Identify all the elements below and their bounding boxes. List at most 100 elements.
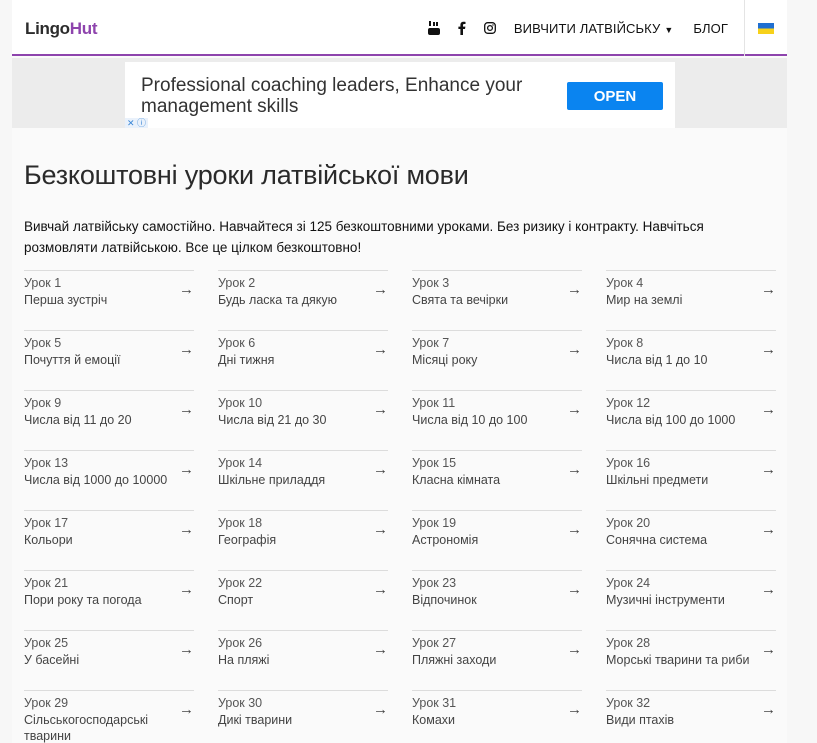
lesson-item[interactable]: Урок 30 Дикі тварини →: [218, 690, 388, 738]
lesson-number: Урок 32: [606, 696, 651, 710]
lesson-item[interactable]: Урок 25 У басейні →: [24, 630, 194, 678]
lesson-title: Сільськогосподарські тварини: [24, 713, 149, 743]
lesson-item[interactable]: Урок 31 Комахи →: [412, 690, 582, 738]
lesson-number: Урок 18: [218, 516, 263, 530]
lesson-item[interactable]: Урок 6 Дні тижня →: [218, 330, 388, 378]
lesson-title: Кольори: [24, 533, 73, 547]
arrow-right-icon: →: [761, 341, 776, 358]
lesson-item[interactable]: Урок 19 Астрономія →: [412, 510, 582, 558]
lesson-item[interactable]: Урок 15 Класна кімната →: [412, 450, 582, 498]
arrow-right-icon: →: [761, 581, 776, 598]
lesson-item[interactable]: Урок 4 Мир на землі →: [606, 270, 776, 318]
lesson-title: Дикі тварини: [218, 713, 293, 727]
logo-text-lingo: Lingo: [25, 19, 70, 38]
lesson-title: Види птахів: [606, 713, 675, 727]
blog-link[interactable]: БЛОГ: [683, 21, 738, 36]
lesson-number: Урок 5: [24, 336, 62, 350]
lesson-number: Урок 26: [218, 636, 263, 650]
lesson-item[interactable]: Урок 16 Шкільні предмети →: [606, 450, 776, 498]
lesson-item[interactable]: Урок 20 Сонячна система →: [606, 510, 776, 558]
lesson-item[interactable]: Урок 26 На пляжі →: [218, 630, 388, 678]
arrow-right-icon: →: [567, 341, 582, 358]
arrow-right-icon: →: [373, 281, 388, 298]
lesson-title: Музичні інструменти: [606, 593, 725, 607]
arrow-right-icon: →: [761, 281, 776, 298]
lesson-item[interactable]: Урок 27 Пляжні заходи →: [412, 630, 582, 678]
lesson-number: Урок 10: [218, 396, 263, 410]
lesson-title: Морські тварини та риби: [606, 653, 750, 667]
arrow-right-icon: →: [567, 521, 582, 538]
lesson-item[interactable]: Урок 21 Пори року та погода →: [24, 570, 194, 618]
lesson-item[interactable]: Урок 13 Числа від 1000 до 10000 →: [24, 450, 194, 498]
lesson-number: Урок 27: [412, 636, 457, 650]
lesson-title: Комахи: [412, 713, 456, 727]
lesson-number: Урок 29: [24, 696, 69, 710]
youtube-icon[interactable]: [420, 0, 448, 56]
lesson-number: Урок 17: [24, 516, 69, 530]
lesson-item[interactable]: Урок 12 Числа від 100 до 1000 →: [606, 390, 776, 438]
arrow-right-icon: →: [567, 281, 582, 298]
lesson-number: Урок 6: [218, 336, 256, 350]
lesson-number: Урок 3: [412, 276, 450, 290]
lesson-item[interactable]: Урок 1 Перша зустріч →: [24, 270, 194, 318]
lesson-item[interactable]: Урок 3 Свята та вечірки →: [412, 270, 582, 318]
top-nav: ВИВЧИТИ ЛАТВІЙСЬКУ ▼ БЛОГ: [420, 0, 787, 56]
learn-latvian-menu[interactable]: ВИВЧИТИ ЛАТВІЙСЬКУ ▼: [504, 21, 683, 36]
lesson-title: Числа від 100 до 1000: [606, 413, 736, 427]
lesson-number: Урок 20: [606, 516, 651, 530]
lesson-number: Урок 16: [606, 456, 651, 470]
lesson-item[interactable]: Урок 9 Числа від 11 до 20 →: [24, 390, 194, 438]
lesson-item[interactable]: Урок 23 Відпочинок →: [412, 570, 582, 618]
lesson-item[interactable]: Урок 5 Почуття й емоції →: [24, 330, 194, 378]
lesson-item[interactable]: Урок 18 Географія →: [218, 510, 388, 558]
lesson-item[interactable]: Урок 11 Числа від 10 до 100 →: [412, 390, 582, 438]
lesson-title: Свята та вечірки: [412, 293, 509, 307]
lingohut-logo[interactable]: LingoHut: [25, 19, 98, 39]
ad-choices-icon[interactable]: ✕ ⓘ: [125, 118, 149, 128]
lesson-title: Пляжні заходи: [412, 653, 497, 667]
lesson-item[interactable]: Урок 32 Види птахів →: [606, 690, 776, 738]
lesson-number: Урок 30: [218, 696, 263, 710]
lesson-title: Пори року та погода: [24, 593, 142, 607]
arrow-right-icon: →: [373, 461, 388, 478]
lesson-number: Урок 19: [412, 516, 457, 530]
lesson-title: Почуття й емоції: [24, 353, 121, 367]
lesson-title: Місяці року: [412, 353, 478, 367]
lesson-title: Сонячна система: [606, 533, 708, 547]
lesson-number: Урок 31: [412, 696, 457, 710]
facebook-icon[interactable]: [448, 0, 476, 56]
ukraine-flag-icon[interactable]: [745, 22, 787, 34]
lesson-title: Шкільні предмети: [606, 473, 709, 487]
lesson-item[interactable]: Урок 2 Будь ласка та дякую →: [218, 270, 388, 318]
lesson-item[interactable]: Урок 22 Спорт →: [218, 570, 388, 618]
ad-banner[interactable]: Professional coaching leaders, Enhance y…: [125, 62, 675, 128]
arrow-right-icon: →: [179, 461, 194, 478]
lesson-title: Числа від 10 до 100: [412, 413, 528, 427]
lesson-number: Урок 15: [412, 456, 457, 470]
lesson-item[interactable]: Урок 8 Числа від 1 до 10 →: [606, 330, 776, 378]
arrow-right-icon: →: [373, 581, 388, 598]
instagram-icon[interactable]: [476, 0, 504, 56]
lesson-item[interactable]: Урок 14 Шкільне приладдя →: [218, 450, 388, 498]
lesson-title: Астрономія: [412, 533, 479, 547]
logo-text-hut: Hut: [69, 19, 98, 38]
lesson-number: Урок 25: [24, 636, 69, 650]
lesson-item[interactable]: Урок 10 Числа від 21 до 30 →: [218, 390, 388, 438]
lesson-item[interactable]: Урок 17 Кольори →: [24, 510, 194, 558]
ad-open-button[interactable]: OPEN: [567, 82, 663, 110]
lesson-item[interactable]: Урок 24 Музичні інструменти →: [606, 570, 776, 618]
ad-banner-area: Professional coaching leaders, Enhance y…: [12, 58, 787, 128]
lesson-number: Урок 9: [24, 396, 62, 410]
arrow-right-icon: →: [761, 641, 776, 658]
arrow-right-icon: →: [567, 581, 582, 598]
lesson-item[interactable]: Урок 28 Морські тварини та риби →: [606, 630, 776, 678]
lesson-item[interactable]: Урок 7 Місяці року →: [412, 330, 582, 378]
lesson-number: Урок 1: [24, 276, 62, 290]
arrow-right-icon: →: [179, 521, 194, 538]
caret-down-icon: ▼: [664, 24, 674, 35]
arrow-right-icon: →: [761, 701, 776, 718]
lesson-title: Відпочинок: [412, 593, 477, 607]
lesson-item[interactable]: Урок 29 Сільськогосподарські тварини →: [24, 690, 194, 743]
lesson-number: Урок 22: [218, 576, 263, 590]
site-header: LingoHut ВИВЧИТИ ЛАТВІЙСЬКУ ▼ БЛОГ: [12, 0, 787, 56]
